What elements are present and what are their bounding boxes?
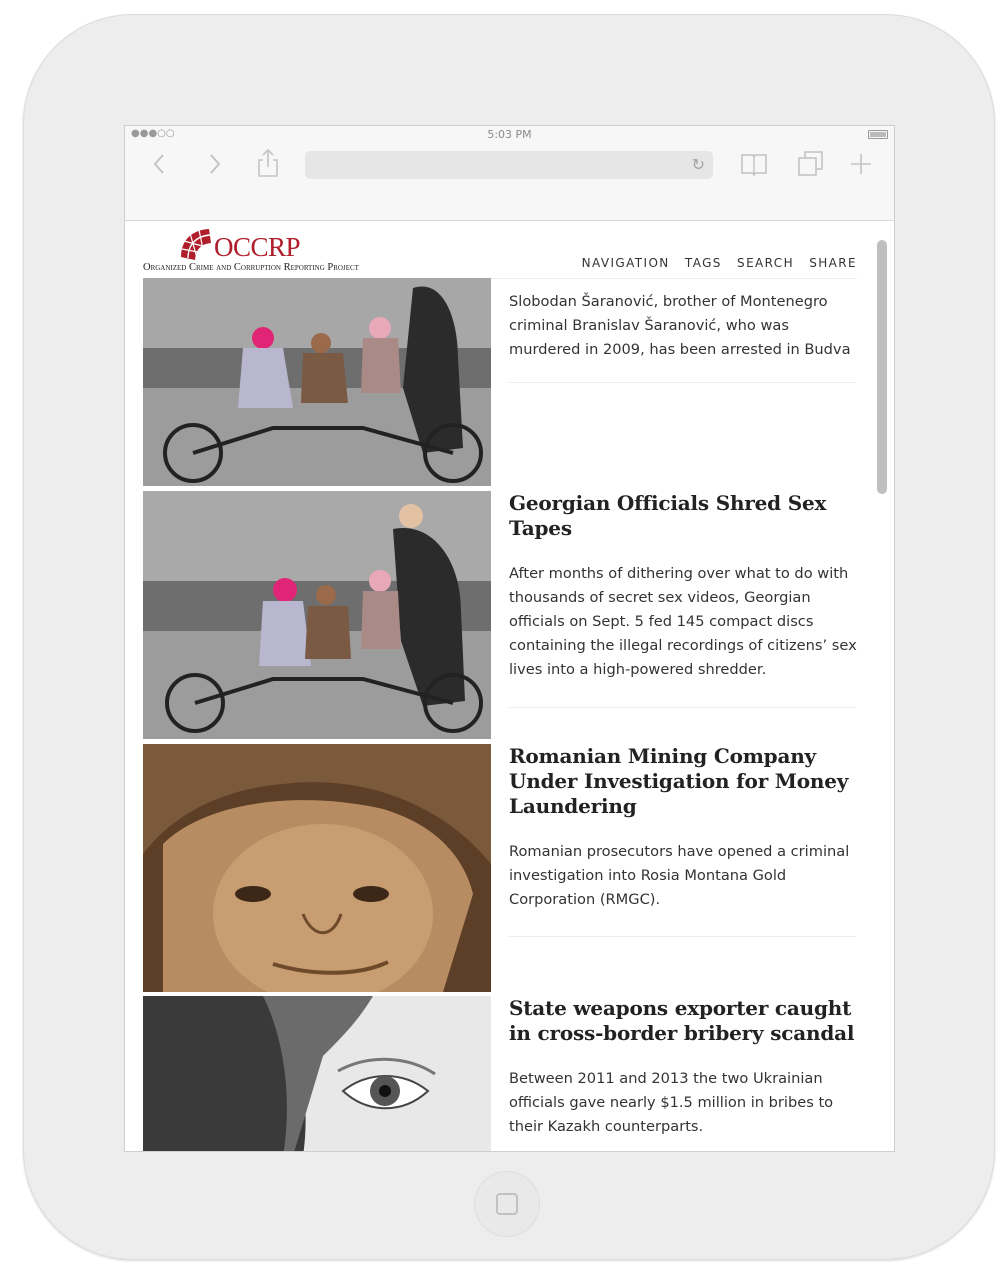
- tandem-bicycle-photo: [143, 278, 491, 486]
- article-image[interactable]: [143, 491, 491, 739]
- logo-wordmark: OCCRP: [214, 232, 301, 262]
- nav-share[interactable]: SHARE: [809, 256, 857, 270]
- article-text: State weapons exporter caught in cross-b…: [509, 996, 857, 1139]
- article-item[interactable]: Georgian Officials Shred Sex Tapes After…: [143, 491, 857, 739]
- article-text: Georgian Officials Shred Sex Tapes After…: [509, 491, 857, 682]
- article-summary: Between 2011 and 2013 the two Ukrainian …: [509, 1070, 834, 1135]
- plus-icon[interactable]: [849, 152, 873, 176]
- scrollbar[interactable]: [877, 240, 887, 494]
- home-button[interactable]: [474, 1171, 540, 1237]
- share-icon[interactable]: [257, 148, 279, 178]
- site-header: OCCRP Organized Crime and Corruption Rep…: [143, 221, 857, 279]
- browser-toolbar: ↻: [125, 144, 894, 221]
- nav-tags[interactable]: TAGS: [685, 256, 722, 270]
- tabs-icon[interactable]: [797, 150, 825, 178]
- article-text: Romanian Mining Company Under Investigat…: [509, 744, 857, 912]
- logo-subtitle: Organized Crime and Corruption Reporting…: [143, 262, 359, 273]
- globe-logo-icon: [181, 229, 211, 260]
- article-divider: [509, 936, 856, 937]
- article-divider: [509, 382, 856, 383]
- tandem-bicycle-photo: [143, 491, 491, 739]
- article-title[interactable]: State weapons exporter caught in cross-b…: [509, 996, 857, 1046]
- nav-search[interactable]: SEARCH: [737, 256, 794, 270]
- status-time: 5:03 PM: [487, 128, 532, 141]
- article-title[interactable]: Georgian Officials Shred Sex Tapes: [509, 491, 857, 541]
- battery-icon: [868, 130, 888, 139]
- site-nav: NAVIGATION TAGS SEARCH SHARE: [572, 256, 857, 270]
- web-page: OCCRP Organized Crime and Corruption Rep…: [125, 221, 894, 1151]
- browser-screen: ●●●○○ 5:03 PM ↻ OCCRP Organized Crime an…: [124, 125, 895, 1152]
- article-image[interactable]: [143, 996, 491, 1151]
- article-item[interactable]: Romanian Mining Company Under Investigat…: [143, 744, 857, 992]
- status-bar: ●●●○○ 5:03 PM: [125, 126, 894, 144]
- article-summary: Romanian prosecutors have opened a crimi…: [509, 843, 850, 908]
- home-square-icon: [496, 1193, 518, 1215]
- article-item[interactable]: State weapons exporter caught in cross-b…: [143, 996, 857, 1151]
- article-image[interactable]: [143, 744, 491, 992]
- article-image[interactable]: [143, 278, 491, 486]
- address-bar[interactable]: ↻: [305, 151, 713, 179]
- elderly-woman-photo: [143, 744, 491, 992]
- article-summary: After months of dithering over what to d…: [509, 565, 857, 678]
- nav-navigation[interactable]: NAVIGATION: [582, 256, 670, 270]
- article-divider: [509, 707, 856, 708]
- article-summary: Slobodan Šaranović, brother of Montenegr…: [509, 293, 851, 358]
- back-chevron-icon[interactable]: [151, 152, 167, 176]
- forward-chevron-icon[interactable]: [207, 152, 223, 176]
- article-text: Slobodan Šaranović, brother of Montenegr…: [509, 290, 857, 362]
- reload-icon[interactable]: ↻: [692, 155, 705, 174]
- article-item[interactable]: Slobodan Šaranović, brother of Montenegr…: [143, 278, 857, 486]
- book-icon[interactable]: [740, 152, 768, 176]
- woman-eye-photo: [143, 996, 491, 1151]
- article-title[interactable]: Romanian Mining Company Under Investigat…: [509, 744, 857, 819]
